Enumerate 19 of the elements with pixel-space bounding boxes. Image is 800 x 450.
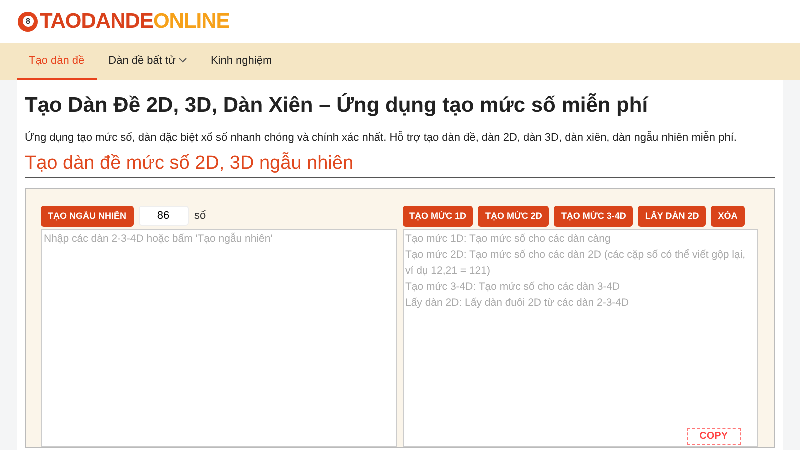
caret-icon [178,58,187,63]
logo-ball-icon: 8 [18,12,38,32]
unit-label: số [194,210,206,222]
action-button[interactable]: LẤY DÀN 2D [638,206,706,226]
random-button[interactable]: TẠO NGẪU NHIÊN [41,206,134,226]
nav-link[interactable]: Kinh nghiệm [198,43,284,80]
input-field[interactable]: Nhập các dàn 2-3-4D hoặc bấm 'Tạo ngẫu nhiên' [41,229,396,447]
logo-text: TAODANDE [40,10,154,34]
logo-text: ONLINE [153,10,230,34]
section-title: Tạo dàn đề mức số 2D, 3D ngẫu nhiên [25,153,775,178]
nav-link[interactable]: Dàn đề bất tử [96,43,199,80]
action-button[interactable]: XÓA [711,206,745,226]
action-button[interactable]: TẠO MỨC 1D [402,206,474,226]
action-button[interactable]: TẠO MỨC 3-4D [554,206,634,226]
page-title: Tạo Dàn Đề 2D, 3D, Dàn Xiên – Ứng dụng tạo mức số miễn phí [25,94,650,118]
count-field[interactable]: 86 [138,206,188,226]
action-button[interactable]: TẠO MỨC 2D [478,206,550,226]
copy-button[interactable]: COPY [686,428,741,445]
intro-text: Ứng dụng tạo mức số, dàn đặc biệt xổ số nhanh chóng và chính xác nhất. Hỗ trợ tạo dàn đề, dàn 2D, dàn 3D, dàn xiên, dàn ngẫu nhiên miễn phí. [25,132,738,144]
